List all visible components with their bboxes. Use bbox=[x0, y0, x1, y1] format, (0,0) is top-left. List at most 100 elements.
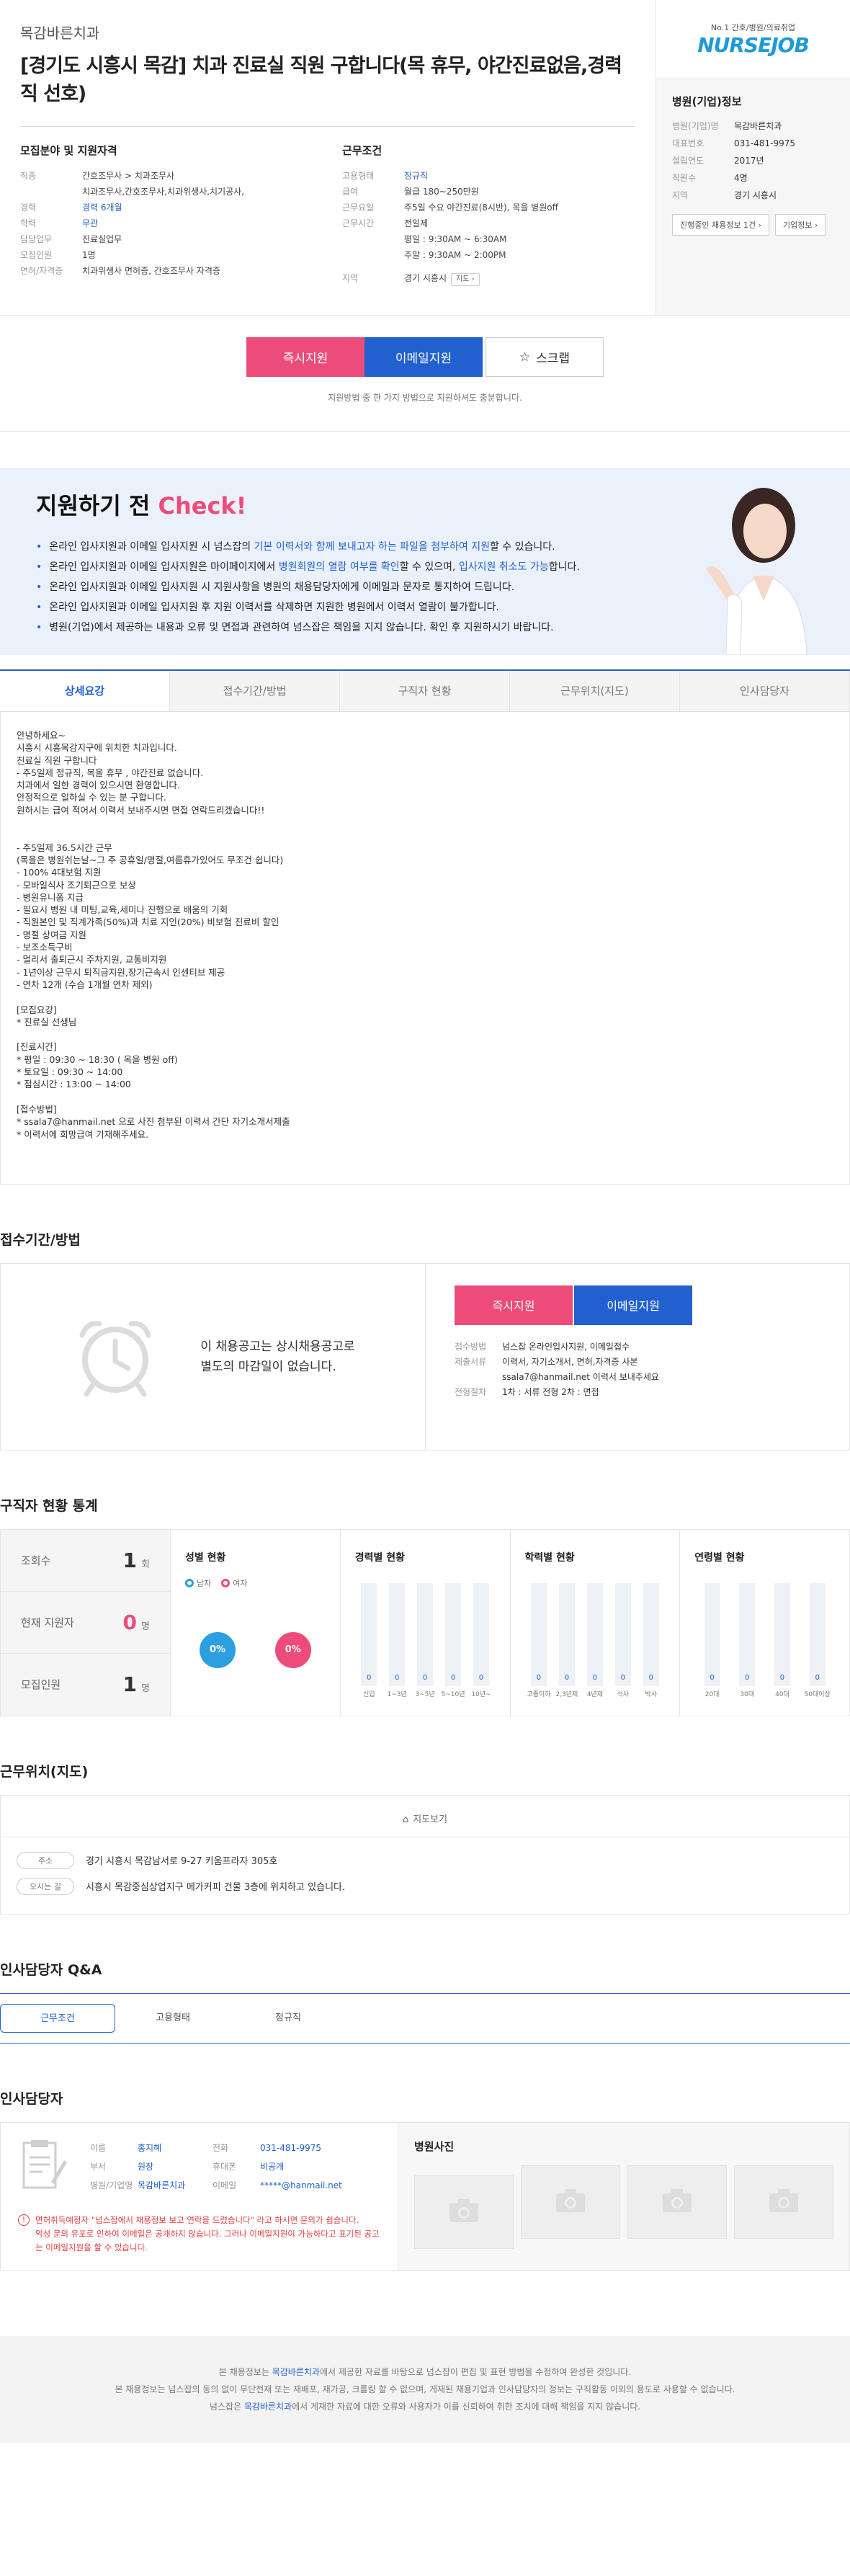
stat-label: 모집인원 bbox=[21, 1678, 61, 1692]
bar-track: 0 bbox=[473, 1582, 489, 1686]
recruit-heading: 모집분야 및 지원자격 bbox=[20, 144, 117, 157]
deadline-value: ssala7@hanmail.net 이력서 보내주세요 bbox=[502, 1371, 659, 1382]
age-title: 연령별 현황 bbox=[694, 1551, 745, 1564]
bar-label: 신입 bbox=[362, 1690, 375, 1698]
logo-subtitle: No.1 간호/병원/의료취업 bbox=[710, 23, 796, 32]
stat-unit: 명 bbox=[141, 1683, 150, 1695]
deadline-row: 제출서류 이력서, 자기소개서, 면허,자격증 사본 bbox=[455, 1355, 820, 1370]
condition-row: 급여 월급 180~250만원 bbox=[342, 184, 635, 200]
camera-icon bbox=[768, 2188, 800, 2216]
region-row: 지역 경기 시흥시 지도 › bbox=[342, 270, 635, 286]
bar-item: 0 고졸이하 bbox=[527, 1582, 551, 1698]
bar-value: 0 bbox=[815, 1673, 820, 1682]
bar-item: 0 4년제 bbox=[586, 1582, 604, 1698]
map-title: 근무위치(지도) bbox=[0, 1763, 89, 1780]
bar-value: 0 bbox=[745, 1673, 750, 1682]
deadline-label: 접수방법 bbox=[455, 1341, 487, 1352]
job-title: [경기도 시흥시 목감] 치과 진료실 직원 구합니다(목 휴무, 야간진료없음… bbox=[20, 55, 622, 105]
recruit-label: 모집인원 bbox=[20, 250, 53, 260]
footer-l1-post: 에서 제공한 자료를 바탕으로 넘스잡이 편집 및 표현 방법을 수정하여 완성… bbox=[319, 2366, 632, 2377]
manager-field-value: 목감바른치과 bbox=[138, 2180, 186, 2191]
tab-4[interactable]: 근무위치(지도) bbox=[510, 671, 680, 711]
condition-row: 고용형태 정규직 bbox=[342, 168, 635, 184]
bar-value: 0 bbox=[779, 1673, 785, 1682]
check-item-text: 입사지원 취소도 가능 bbox=[458, 561, 549, 573]
male-label: 남자 bbox=[197, 1578, 212, 1588]
qa-tab[interactable]: 정규직 bbox=[231, 2004, 346, 2033]
manager-field-label: 부서 bbox=[90, 2161, 107, 2172]
female-percent: 0% bbox=[274, 1631, 311, 1668]
directions-text: 시흥시 목감중심상업지구 메가커피 건물 3층에 위치하고 있습니다. bbox=[86, 1882, 346, 1894]
tab-3[interactable]: 구직자 현황 bbox=[340, 671, 510, 711]
scrap-button[interactable]: ☆ 스크랩 bbox=[486, 337, 604, 377]
conditions-heading: 근무조건 bbox=[342, 144, 382, 157]
nursejob-logo[interactable]: No.1 간호/병원/의료취업 NURSEJOB bbox=[656, 0, 850, 79]
footer-l3-company[interactable]: 목감바른치과 bbox=[244, 2402, 292, 2412]
tab-2[interactable]: 접수기간/방법 bbox=[170, 671, 340, 711]
camera-icon bbox=[448, 2198, 480, 2227]
instant-apply-button[interactable]: 즉시지원 bbox=[246, 337, 364, 377]
qa-tab[interactable]: 근무조건 bbox=[0, 2003, 115, 2033]
stat-value: 1명 bbox=[123, 1672, 150, 1696]
bar-value: 0 bbox=[592, 1673, 598, 1682]
bar-track: 0 bbox=[389, 1582, 406, 1686]
career-stats: 경력별 현황 0 신입 0 1~3년 0 3~5년 0 5~10년 0 10년~ bbox=[339, 1529, 510, 1716]
bar-track: 0 bbox=[530, 1582, 547, 1686]
bar-label: 고졸이하 bbox=[527, 1690, 551, 1698]
nurse-illustration bbox=[706, 488, 808, 655]
deadline-row: 접수방법 넘스잡 온라인입사지원, 이메일접수 bbox=[455, 1340, 820, 1355]
tab-5[interactable]: 인사담당자 bbox=[680, 671, 850, 711]
bar-value: 0 bbox=[620, 1673, 625, 1682]
male-dot-icon bbox=[185, 1578, 194, 1587]
bar-track: 0 bbox=[445, 1582, 462, 1686]
ongoing-jobs-button[interactable]: 진행중인 채용정보 1건 › bbox=[672, 214, 769, 236]
male-percent: 0% bbox=[200, 1631, 236, 1668]
female-label: 여자 bbox=[233, 1578, 248, 1588]
stat-label: 조회수 bbox=[21, 1554, 51, 1567]
condition-label bbox=[342, 231, 404, 247]
footer-l1-company[interactable]: 목감바른치과 bbox=[272, 2367, 320, 2377]
qa-tab[interactable]: 고용형태 bbox=[115, 2004, 231, 2033]
company-label: 직원수 bbox=[672, 173, 697, 183]
manager-field-value: 031-481-9975 bbox=[260, 2142, 322, 2153]
recruit-row: 면허/자격증 치과위생사 면허증, 간호조무사 자격증 bbox=[20, 263, 313, 279]
clock-icon bbox=[79, 1321, 151, 1397]
company-row: 병원(기업)명 목감바른치과 bbox=[672, 117, 834, 135]
address-text: 경기 시흥시 목감남서로 9-27 키움프라자 305호 bbox=[86, 1856, 278, 1868]
bar-value: 0 bbox=[564, 1673, 570, 1682]
recruit-value: 진료실업무 bbox=[82, 234, 122, 244]
stat-number: 1 bbox=[122, 1672, 138, 1697]
bar-label: 20대 bbox=[704, 1690, 720, 1698]
job-detail-text: 안녕하세요~ 시흥시 시흥목감지구에 위치한 치과입니다. 진료실 직원 구합니… bbox=[0, 712, 850, 1185]
condition-value: 정규직 bbox=[404, 171, 429, 181]
warning-line-1: 면허취득예정자 "넘스잡에서 채용정보 보고 연락을 드렸습니다" 라고 하시면… bbox=[35, 2214, 359, 2225]
apply-area: 즉시지원 이메일지원 ☆ 스크랩 지원방법 중 한 가지 방법으로 지원하셔도 충… bbox=[0, 316, 850, 432]
email-apply-button-2[interactable]: 이메일지원 bbox=[574, 1285, 692, 1325]
apply-note: 지원방법 중 한 가지 방법으로 지원하셔도 충분합니다. bbox=[328, 393, 522, 403]
company-name[interactable]: 목감바른치과 bbox=[20, 22, 635, 43]
stat-unit: 회 bbox=[141, 1559, 150, 1570]
check-item-text: 할 수 있습니다. bbox=[489, 541, 555, 553]
map-tag-button[interactable]: 지도 › bbox=[451, 273, 480, 286]
bar-value: 0 bbox=[450, 1673, 456, 1682]
company-info-button[interactable]: 기업정보 › bbox=[774, 214, 826, 236]
bar-item: 0 5~10년 bbox=[442, 1582, 465, 1698]
company-info-label: 기업정보 bbox=[782, 220, 813, 230]
job-header: 목감바른치과 [경기도 시흥시 목감] 치과 진료실 직원 구합니다(목 휴무,… bbox=[0, 0, 850, 316]
map-view-button[interactable]: ⌂ 지도보기 bbox=[1, 1796, 849, 1837]
email-apply-button[interactable]: 이메일지원 bbox=[364, 337, 483, 377]
deadline-box: 이 채용공고는 상시채용공고로 별도의 마감일이 없습니다. 즉시지원 이메일지… bbox=[0, 1262, 850, 1450]
manager-field: 이름 홍지혜 bbox=[90, 2139, 212, 2157]
age-stats: 연령별 현황 0 20대 0 30대 0 40대 0 50대이상 bbox=[679, 1529, 849, 1716]
bar-label: 30대 bbox=[740, 1690, 755, 1698]
recruit-value: 치과위생사 면허증, 간호조무사 자격증 bbox=[82, 266, 220, 276]
tab-1[interactable]: 상세요강 bbox=[0, 671, 170, 711]
gender-title: 성별 현황 bbox=[185, 1551, 226, 1564]
condition-value: 전일제 bbox=[404, 218, 429, 228]
female-dot-icon bbox=[221, 1578, 231, 1587]
conditions-info: 근무조건 고용형태 정규직 급여 월급 180~250만원 근무요일 주5일 수요 야간진… bbox=[342, 143, 635, 286]
company-value: 목감바른치과 bbox=[734, 121, 782, 131]
recruit-row: 치과조무사,간호조무사,치과위생사,치기공사, bbox=[20, 184, 313, 200]
instant-apply-button-2[interactable]: 즉시지원 bbox=[455, 1285, 573, 1325]
exclamation-icon: ! bbox=[18, 2214, 30, 2226]
